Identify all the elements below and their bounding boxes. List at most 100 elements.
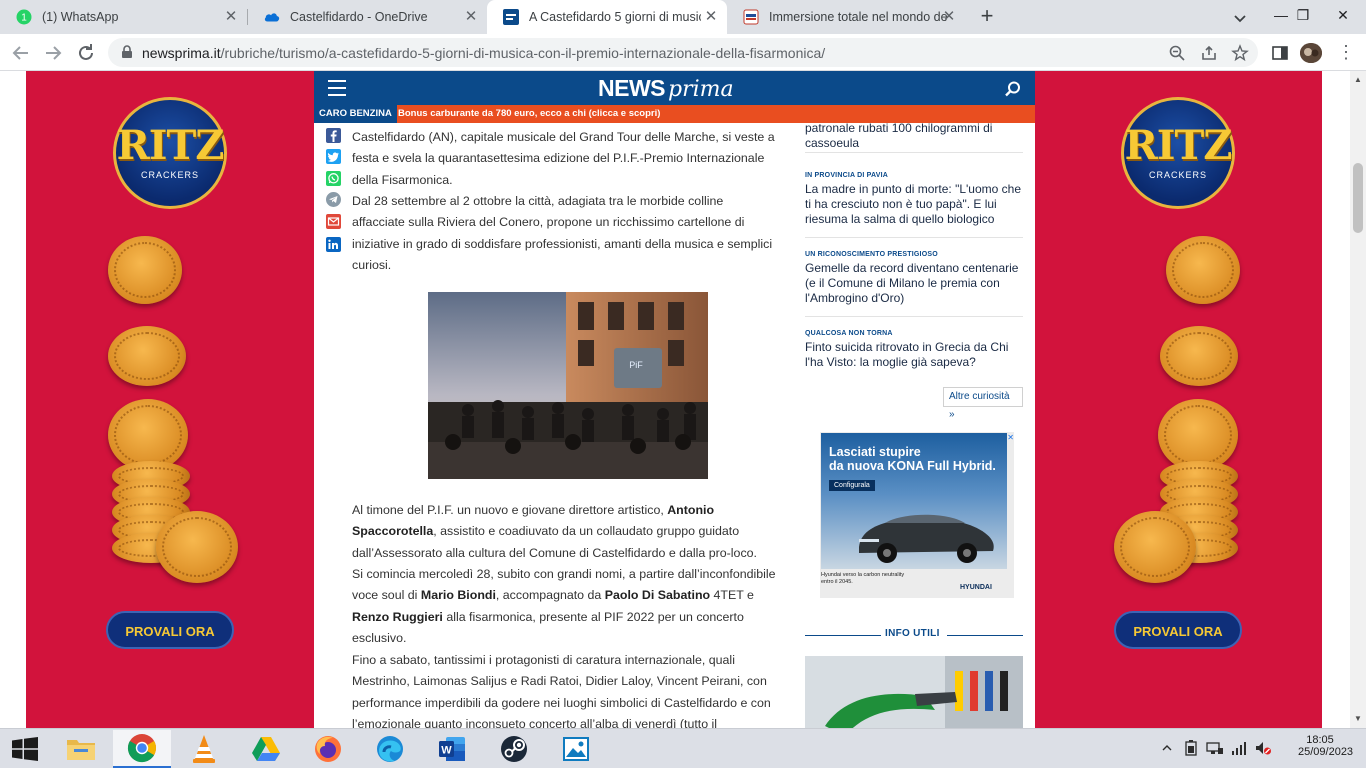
altre-curiosita-button[interactable]: Altre curiosità »: [943, 387, 1023, 420]
network-icon[interactable]: [1206, 739, 1224, 757]
browser-menu-icon[interactable]: ⋮: [1336, 42, 1356, 64]
zoom-icon[interactable]: [1168, 44, 1186, 62]
provali-ora-button[interactable]: PROVALI ORA: [1114, 611, 1242, 649]
whatsapp-icon[interactable]: [326, 171, 341, 186]
forward-arrow-icon[interactable]: [41, 41, 65, 65]
steam-icon[interactable]: [485, 730, 543, 768]
scrollbar-thumb[interactable]: [1353, 163, 1363, 233]
twitter-icon[interactable]: [326, 149, 341, 164]
close-window-button[interactable]: ✕: [1320, 0, 1366, 34]
ad-headline: Lasciati stupire da nuova KONA Full Hybri…: [829, 445, 996, 473]
article-paragraph: Al timone del P.I.F. un nuovo e giovane …: [352, 503, 757, 560]
cracker-image: [1160, 326, 1238, 386]
article-paragraph: Si comincia mercoledì 28, subito con gra…: [352, 567, 776, 645]
edge-icon[interactable]: [361, 730, 419, 768]
new-tab-button[interactable]: +: [976, 5, 998, 28]
facebook-icon[interactable]: [326, 128, 341, 143]
photos-icon[interactable]: [547, 730, 605, 768]
sidebar-news-title[interactable]: La madre in punto di morte: "L'uomo che …: [805, 182, 1023, 227]
svg-text:W: W: [441, 745, 452, 757]
ritz-ad-left[interactable]: RITZ CRACKERS PROVALI ORA: [26, 71, 314, 728]
ad-image[interactable]: Lasciati stupire da nuova KONA Full Hybri…: [821, 433, 1007, 569]
onedrive-cloud-icon: [264, 9, 280, 25]
tab-title: Castelfidardo - OneDrive: [290, 10, 428, 24]
article-paragraph: Fino a sabato, tantissimi i protagonisti…: [352, 653, 771, 728]
reload-icon[interactable]: [74, 41, 98, 65]
signal-strength-icon[interactable]: [1230, 739, 1248, 757]
page-viewport: RITZ CRACKERS PROVALI ORA RITZ CRACKERS …: [0, 71, 1350, 728]
breaking-text[interactable]: Bonus carburante da 780 euro, ecco a chi…: [398, 105, 660, 123]
configurala-button[interactable]: Configurala: [829, 480, 875, 491]
maximize-button[interactable]: ❐: [1288, 0, 1318, 34]
hyundai-ad[interactable]: ▷✕ Lasciati stupire da nuova KONA Full Hy…: [820, 432, 1014, 598]
clock-time: 18:05: [1306, 734, 1334, 746]
tab-onedrive[interactable]: Castelfidardo - OneDrive ✕: [248, 0, 487, 34]
muted-speaker-icon[interactable]: [1254, 739, 1272, 757]
email-icon[interactable]: [326, 214, 341, 229]
vlc-icon[interactable]: [175, 730, 233, 768]
hyundai-logo: HYUNDAI: [960, 584, 992, 591]
newsprima-site: NEWS prima CARO BENZINA Bonus carburante …: [314, 71, 1035, 728]
concert-photo[interactable]: PiF: [428, 292, 708, 479]
battery-icon[interactable]: [1182, 739, 1200, 757]
svg-text:1: 1: [21, 13, 27, 24]
word-icon[interactable]: W: [423, 730, 481, 768]
tab-newsprima-active[interactable]: A Castefidardo 5 giorni di musica ✕: [487, 0, 727, 34]
file-explorer-icon[interactable]: [52, 730, 110, 768]
taskbar-clock[interactable]: 18:05 25/09/2023: [1298, 734, 1353, 758]
tab-search-chevron-icon[interactable]: [1230, 8, 1250, 28]
tab-immersione[interactable]: Immersione totale nel mondo de ✕: [727, 0, 965, 34]
fuel-pump-photo[interactable]: [805, 656, 1023, 728]
scroll-up-arrow-icon[interactable]: ▲: [1354, 75, 1362, 84]
info-utili-heading: INFO UTILI: [805, 628, 1023, 642]
sidebar-news-item[interactable]: UN RICONOSCIMENTO PRESTIGIOSO Gemelle da…: [805, 251, 1023, 317]
close-tab-icon[interactable]: ✕: [941, 9, 957, 25]
share-icon[interactable]: [1200, 44, 1218, 62]
windows-start-icon[interactable]: [12, 737, 38, 761]
ritz-ad-right[interactable]: RITZ CRACKERS PROVALI ORA: [1034, 71, 1322, 728]
cracker-image: [1166, 236, 1240, 304]
sidebar-news-item[interactable]: QUALCOSA NON TORNA Finto suicida ritrova…: [805, 330, 1023, 380]
cracker-image: [108, 236, 182, 304]
search-icon[interactable]: [1004, 80, 1022, 98]
cracker-image: [156, 511, 238, 583]
svg-text:PiF: PiF: [629, 360, 643, 370]
site-logo[interactable]: NEWS prima: [598, 75, 734, 102]
linkedin-icon[interactable]: [326, 237, 341, 252]
close-tab-icon[interactable]: ✕: [703, 9, 719, 25]
breaking-label: CARO BENZINA: [314, 105, 397, 123]
profile-avatar[interactable]: [1300, 43, 1322, 63]
sidebar-news-title[interactable]: patronale rubati 100 chilogrammi di cass…: [805, 121, 1023, 151]
sidebar-news-title[interactable]: Gemelle da record diventano centenarie (…: [805, 261, 1023, 306]
sidebar-news-kicker: QUALCOSA NON TORNA: [805, 330, 893, 337]
url-text[interactable]: newsprima.it/rubriche/turismo/a-castefid…: [142, 45, 825, 61]
close-tab-icon[interactable]: ✕: [463, 9, 479, 25]
bookmark-star-icon[interactable]: [1231, 44, 1249, 62]
hamburger-menu-icon[interactable]: [328, 80, 346, 96]
sidebar-news-item[interactable]: patronale rubati 100 chilogrammi di cass…: [805, 118, 1023, 153]
tray-overflow-icon[interactable]: [1158, 739, 1176, 757]
tab-whatsapp[interactable]: 1 (1) WhatsApp ✕: [0, 0, 247, 34]
back-arrow-icon[interactable]: [9, 41, 33, 65]
provali-ora-button[interactable]: PROVALI ORA: [106, 611, 234, 649]
site-favicon-icon: [743, 9, 759, 25]
side-panel-icon[interactable]: [1270, 43, 1290, 63]
firefox-icon[interactable]: [299, 730, 357, 768]
address-bar[interactable]: newsprima.it/rubriche/turismo/a-castefid…: [108, 38, 1258, 67]
page-scrollbar[interactable]: ▲ ▼: [1350, 71, 1366, 728]
whatsapp-favicon-icon: 1: [16, 9, 32, 25]
cracker-image: [1114, 511, 1196, 583]
browser-tab-bar: 1 (1) WhatsApp ✕ Castelfidardo - OneDriv…: [0, 0, 1366, 34]
article-paragraph: Castelfidardo (AN), capitale musicale de…: [352, 130, 775, 187]
close-tab-icon[interactable]: ✕: [223, 9, 239, 25]
site-header: NEWS prima: [314, 71, 1035, 105]
ritz-logo: RITZ CRACKERS: [113, 97, 227, 209]
chrome-icon[interactable]: [113, 730, 171, 768]
google-drive-icon[interactable]: [237, 730, 295, 768]
sidebar-news-title[interactable]: Finto suicida ritrovato in Grecia da Chi…: [805, 340, 1023, 370]
tab-title: (1) WhatsApp: [42, 10, 119, 24]
sidebar-news-item[interactable]: IN PROVINCIA DI PAVIA La madre in punto …: [805, 172, 1023, 238]
lock-icon[interactable]: [120, 45, 134, 59]
scroll-down-arrow-icon[interactable]: ▼: [1354, 714, 1362, 723]
telegram-icon[interactable]: [326, 192, 341, 207]
